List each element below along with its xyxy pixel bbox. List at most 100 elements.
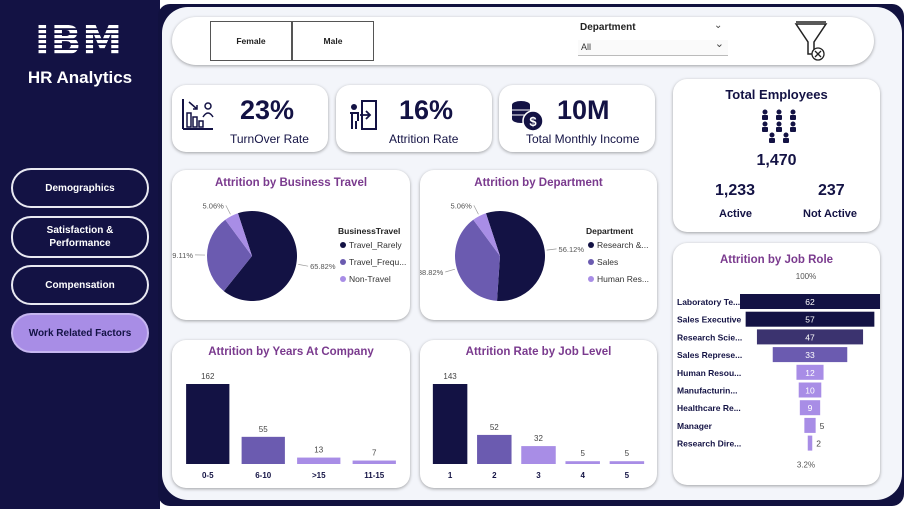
turnover-value: 23% bbox=[240, 95, 295, 125]
funnel-bottom-label: 3.2% bbox=[797, 460, 815, 469]
funnel-category-label: Human Resou... bbox=[677, 368, 741, 378]
bar-value-label: 52 bbox=[490, 423, 499, 432]
pie-chart: 56.12% 38.82% 5.06% Department Research &...… bbox=[420, 201, 649, 301]
bar-chart: 162 0-5 55 6-10 13 >15 7 11-15 bbox=[186, 372, 396, 480]
bar bbox=[297, 457, 341, 464]
bar bbox=[241, 436, 285, 464]
funnel-category-label: Research Scie... bbox=[677, 332, 742, 342]
bar bbox=[186, 384, 230, 464]
chart-title: Attrition by Years At Company bbox=[208, 346, 374, 358]
filter-bar: Female Male Department ⌄ All ⌄ bbox=[172, 17, 874, 65]
bar-value-label: 32 bbox=[534, 434, 543, 443]
funnel-bar bbox=[804, 417, 816, 433]
nav-work-related-factors[interactable]: Work Related Factors bbox=[11, 313, 149, 353]
chevron-down-icon: ⌄ bbox=[714, 38, 724, 50]
pie-leader-line bbox=[225, 205, 231, 215]
pie-data-label: 29.11% bbox=[172, 251, 193, 260]
chart-department: Attrition by Department 56.12% 38.82% 5.06… bbox=[420, 170, 657, 320]
dashboard: IBM HR Analytics Demographics Satisfacti… bbox=[0, 0, 907, 509]
department-dropdown[interactable]: All ⌄ bbox=[578, 38, 728, 56]
pie-chart: 65.82% 29.11% 5.06% BusinessTravel Travel_Ra… bbox=[172, 201, 406, 301]
funnel-value-label: 57 bbox=[805, 315, 815, 325]
legend-marker bbox=[588, 276, 594, 282]
legend-title: Department bbox=[586, 226, 633, 236]
turnover-label: TurnOver Rate bbox=[230, 132, 309, 146]
x-tick-label: 6-10 bbox=[255, 471, 272, 480]
funnel-chart: 100% Laboratory Te... 62 Sales Executive 57 R… bbox=[677, 272, 880, 469]
funnel-value-label: 10 bbox=[805, 386, 815, 396]
bar bbox=[521, 446, 556, 464]
x-tick-label: 3 bbox=[536, 471, 541, 480]
legend-marker bbox=[588, 259, 594, 265]
not-active-label: Not Active bbox=[803, 208, 857, 220]
pie-leader-line bbox=[298, 264, 309, 267]
chevron-down-icon[interactable]: ⌄ bbox=[714, 20, 722, 31]
legend-label: Travel_Frequ... bbox=[349, 257, 406, 267]
chart-title: Attrition by Business Travel bbox=[214, 177, 368, 189]
gender-filter-female[interactable]: Female bbox=[210, 21, 292, 61]
funnel-category-label: Healthcare Re... bbox=[677, 403, 741, 413]
bar-value-label: 13 bbox=[314, 446, 323, 455]
kpi-income-card: $ 10M Total Monthly Income bbox=[499, 85, 655, 152]
department-selected: All bbox=[581, 42, 592, 52]
x-tick-label: 0-5 bbox=[202, 471, 214, 480]
bar-chart: 143 1 52 2 32 3 5 4 5 5 bbox=[432, 372, 645, 480]
funnel-category-label: Manufacturin... bbox=[677, 386, 737, 396]
bar-value-label: 55 bbox=[259, 425, 268, 434]
funnel-category-label: Laboratory Te... bbox=[677, 297, 740, 307]
gender-filter-male[interactable]: Male bbox=[292, 21, 374, 61]
funnel-top-label: 100% bbox=[796, 272, 816, 281]
bar bbox=[609, 461, 645, 464]
nav-demographics[interactable]: Demographics bbox=[11, 168, 149, 208]
nav-label: Work Related Factors bbox=[28, 327, 132, 339]
x-tick-label: 11-15 bbox=[364, 471, 385, 480]
income-label: Total Monthly Income bbox=[526, 132, 640, 146]
not-active-value: 237 bbox=[818, 182, 845, 199]
people-group-icon bbox=[762, 109, 796, 143]
funnel-value-label: 62 bbox=[805, 297, 815, 307]
legend-marker bbox=[588, 242, 594, 248]
female-label: Female bbox=[236, 36, 266, 46]
svg-text:$: $ bbox=[529, 114, 537, 129]
department-slicer-label: Department bbox=[580, 22, 636, 33]
total-employees-value: 1,470 bbox=[756, 152, 797, 169]
chart-years-at-company: Attrition by Years At Company 162 0-5 55 6-… bbox=[172, 340, 410, 488]
funnel-value-label: 47 bbox=[805, 332, 815, 342]
legend-label: Sales bbox=[597, 257, 618, 267]
attrition-label: Attrition Rate bbox=[389, 132, 459, 146]
legend-marker bbox=[340, 242, 346, 248]
legend-label: Travel_Rarely bbox=[349, 240, 402, 250]
active-value: 1,233 bbox=[715, 182, 756, 199]
chart-job-role: Attrition by Job Role 100% Laboratory Te.… bbox=[673, 243, 880, 485]
pie-data-label: 65.82% bbox=[310, 262, 336, 271]
app-title: HR Analytics bbox=[27, 68, 133, 87]
pie-data-label: 5.06% bbox=[203, 201, 225, 210]
funnel-category-label: Research Dire... bbox=[677, 439, 741, 449]
nav-satisfaction-performance[interactable]: Satisfaction & Performance bbox=[11, 216, 149, 258]
bar bbox=[352, 460, 396, 464]
legend-title: BusinessTravel bbox=[338, 226, 400, 236]
attrition-value: 16% bbox=[399, 95, 454, 125]
kpi-attrition-card: 16% Attrition Rate bbox=[336, 85, 492, 152]
funnel-value-label: 5 bbox=[820, 421, 825, 431]
legend-label: Non-Travel bbox=[349, 274, 391, 284]
funnel-category-label: Manager bbox=[677, 421, 713, 431]
exit-door-icon bbox=[350, 100, 377, 130]
legend-label: Human Res... bbox=[597, 274, 649, 284]
sidebar: IBM HR Analytics Demographics Satisfacti… bbox=[0, 0, 160, 509]
chart-business-travel: Attrition by Business Travel 65.82% 29.11… bbox=[172, 170, 410, 320]
bar bbox=[477, 434, 512, 464]
total-employees-card: Total Employees 1,470 1,233 Active 237 N… bbox=[673, 79, 880, 232]
ibm-logo: IBM bbox=[35, 20, 122, 58]
funnel-category-label: Sales Represe... bbox=[677, 350, 742, 360]
nav-compensation[interactable]: Compensation bbox=[11, 265, 149, 305]
legend-label: Research &... bbox=[597, 240, 649, 250]
income-value: 10M bbox=[557, 95, 610, 125]
bar-value-label: 162 bbox=[201, 372, 215, 381]
male-label: Male bbox=[323, 36, 343, 46]
funnel-clear-icon[interactable] bbox=[794, 20, 828, 64]
pie-data-label: 38.82% bbox=[420, 268, 444, 277]
bar-value-label: 143 bbox=[443, 372, 457, 381]
pie-leader-line bbox=[473, 205, 479, 215]
nav-label: Compensation bbox=[45, 279, 115, 291]
